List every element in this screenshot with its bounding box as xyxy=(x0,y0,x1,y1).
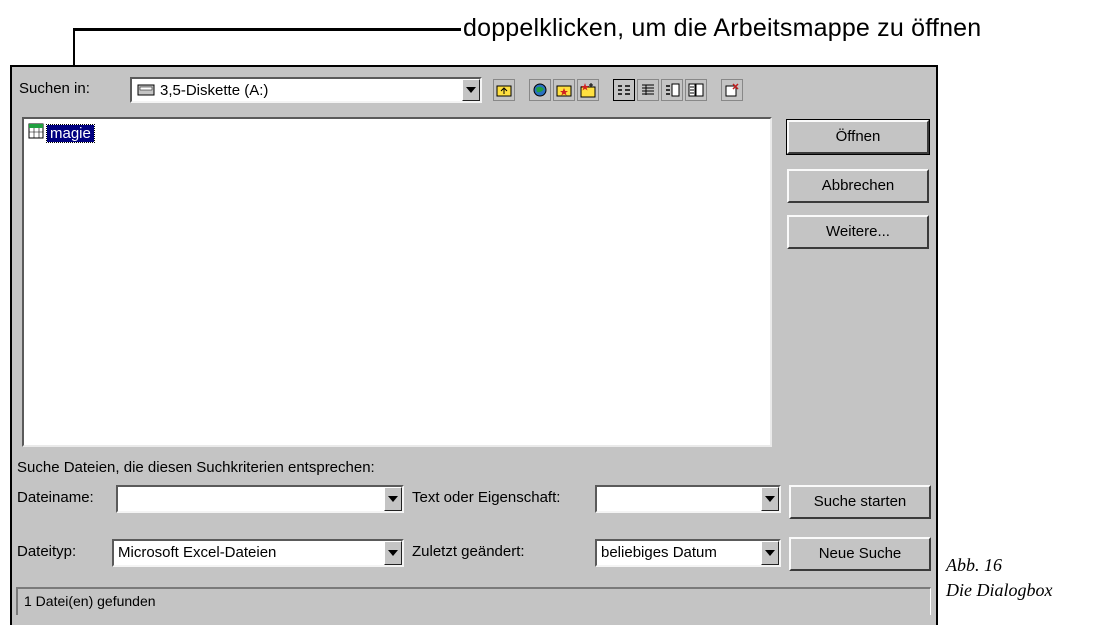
internet-search-icon[interactable] xyxy=(529,79,551,101)
last-modified-value: beliebiges Datum xyxy=(601,544,717,561)
status-bar: 1 Datei(en) gefunden xyxy=(16,587,931,615)
list-item[interactable]: magie xyxy=(27,123,95,144)
filename-label: Dateiname: xyxy=(17,489,94,506)
chevron-down-icon[interactable] xyxy=(462,79,480,101)
properties-view-icon[interactable] xyxy=(661,79,683,101)
open-dialog: Suchen in: 3,5-Diskette (A:) magie Öffne… xyxy=(10,65,938,625)
criteria-heading: Suche Dateien, die diesen Suchkriterien … xyxy=(17,459,375,476)
look-in-select[interactable]: 3,5-Diskette (A:) xyxy=(130,77,482,103)
last-modified-label: Zuletzt geändert: xyxy=(412,543,525,560)
file-list[interactable]: magie xyxy=(22,117,772,447)
file-name: magie xyxy=(46,124,95,143)
filename-field[interactable] xyxy=(116,485,404,513)
excel-workbook-icon xyxy=(27,123,45,144)
filetype-select[interactable]: Microsoft Excel-Dateien xyxy=(112,539,404,567)
figure-caption: Die Dialogbox xyxy=(946,580,1053,600)
cancel-button[interactable]: Abbrechen xyxy=(787,169,929,203)
up-folder-icon[interactable] xyxy=(493,79,515,101)
floppy-drive-icon xyxy=(137,83,155,101)
callout-text: doppelklicken, um die Arbeitsmappe zu öf… xyxy=(463,14,982,42)
chevron-down-icon[interactable] xyxy=(761,541,779,565)
look-in-label: Suchen in: xyxy=(19,80,90,97)
commands-icon[interactable] xyxy=(721,79,743,101)
callout-line xyxy=(73,28,461,31)
more-button[interactable]: Weitere... xyxy=(787,215,929,249)
look-in-value: 3,5-Diskette (A:) xyxy=(160,82,269,99)
add-favorites-icon[interactable] xyxy=(577,79,599,101)
list-view-icon[interactable] xyxy=(613,79,635,101)
preview-view-icon[interactable] xyxy=(685,79,707,101)
text-property-field[interactable] xyxy=(595,485,781,513)
filetype-value: Microsoft Excel-Dateien xyxy=(118,544,277,561)
new-search-button[interactable]: Neue Suche xyxy=(789,537,931,571)
details-view-icon[interactable] xyxy=(637,79,659,101)
text-property-label: Text oder Eigenschaft: xyxy=(412,489,561,506)
start-search-button[interactable]: Suche starten xyxy=(789,485,931,519)
chevron-down-icon[interactable] xyxy=(761,487,779,511)
figure-number: Abb. 16 xyxy=(946,555,1002,575)
open-button[interactable]: Öffnen xyxy=(786,119,930,155)
filetype-label: Dateityp: xyxy=(17,543,77,560)
chevron-down-icon[interactable] xyxy=(384,487,402,511)
chevron-down-icon[interactable] xyxy=(384,541,402,565)
favorites-icon[interactable] xyxy=(553,79,575,101)
last-modified-select[interactable]: beliebiges Datum xyxy=(595,539,781,567)
